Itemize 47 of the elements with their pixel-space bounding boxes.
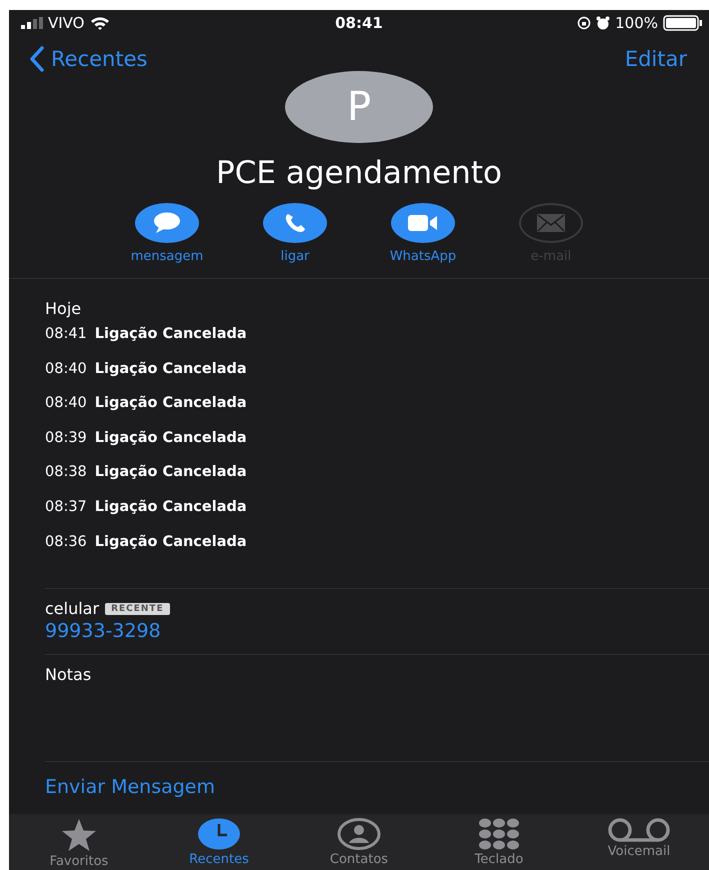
edit-button[interactable]: Editar [624,47,687,71]
tab-item[interactable]: Favoritos [24,818,134,870]
speech-bubble-icon [153,212,181,234]
tab-item[interactable]: Teclado [444,818,554,870]
call-status: Ligação Cancelada [94,534,247,550]
call-time: 08:36 [45,534,87,550]
call-status: Ligação Cancelada [94,360,247,377]
phone-icon [283,212,307,234]
call-status: Ligação Cancelada [94,464,247,480]
alarm-icon [596,16,610,30]
wifi-icon [90,16,110,30]
video-camera-icon [408,214,438,232]
notes-label: Notas [44,664,92,686]
person-icon [337,818,381,850]
call-status: Ligação Cancelada [94,326,247,342]
send-message-link[interactable]: Enviar Mensagem [45,776,215,798]
recent-badge: RECENTE [105,602,170,615]
call-time: 08:37 [45,498,87,515]
back-button[interactable]: Recentes [29,46,148,72]
contact-name: PCE agendamento [216,155,502,191]
chevron-left-icon [29,46,45,72]
call-time: 08:38 [45,464,87,480]
signal-icon [21,17,43,29]
phone-label: celular [45,599,100,618]
keypad-icon [478,818,520,850]
voicemail-icon [606,818,672,842]
call-time: 08:39 [45,430,87,446]
tab-item[interactable]: Voicemail [584,818,694,870]
call-status: Ligação Cancelada [94,430,247,446]
status-time: 08:41 [335,14,383,32]
call-time: 08:41 [45,326,87,342]
tab-item[interactable]: Recentes [164,818,274,870]
battery-percent: 100% [615,14,658,32]
star-icon [61,818,97,852]
call-time: 08:40 [45,395,87,412]
carrier-name: VIVO [48,14,84,32]
envelope-icon [537,214,565,232]
battery-icon [663,15,703,31]
tab-item[interactable]: Contatos [304,818,414,870]
day-heading: Hoje [45,299,82,318]
call-status: Ligação Cancelada [94,498,247,515]
clock-icon [197,818,241,850]
phone-number-link[interactable]: 99933-3298 [45,620,161,642]
rotation-lock-icon [577,16,592,30]
avatar: P [285,71,433,143]
call-status: Ligação Cancelada [94,395,247,412]
call-time: 08:40 [45,360,87,377]
